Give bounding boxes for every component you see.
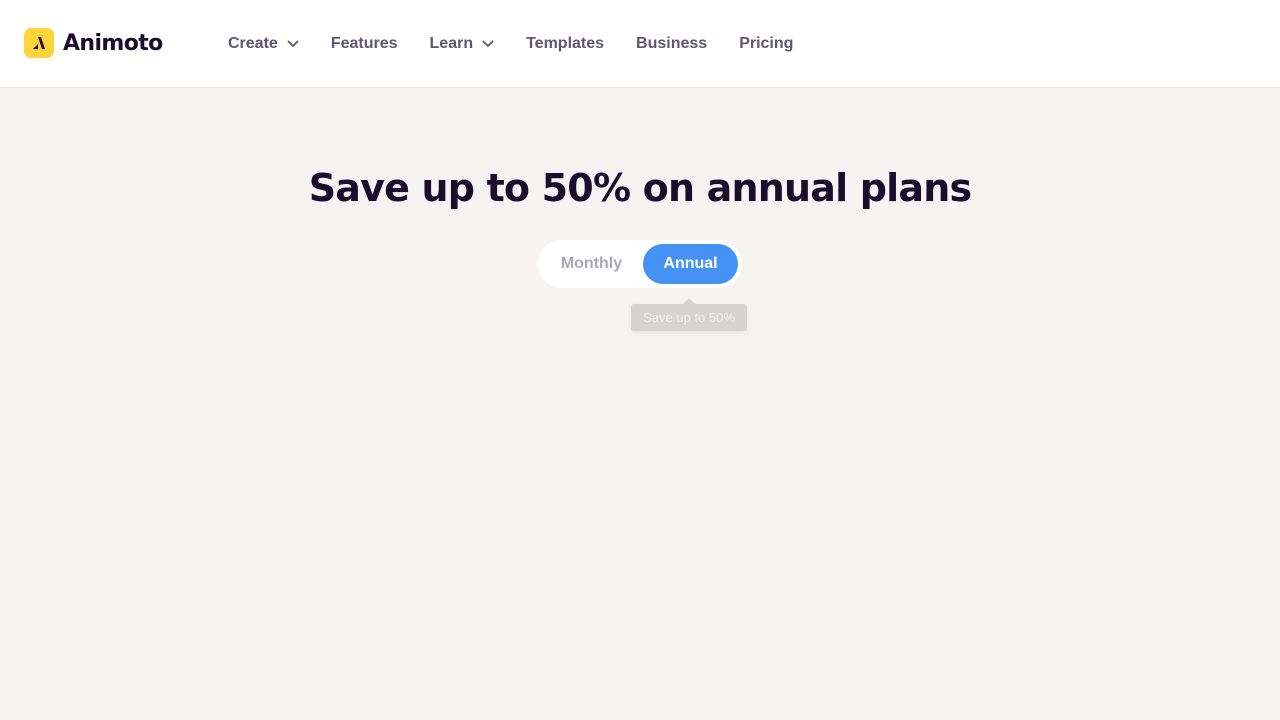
tooltip-arrow: [683, 298, 695, 304]
page-title: Save up to 50% on annual plans: [308, 166, 972, 210]
logo-link[interactable]: Animoto: [24, 28, 163, 58]
nav-item-label: Business: [636, 35, 708, 52]
nav-item-label: Features: [330, 35, 398, 52]
toggle-annual-button[interactable]: Annual: [643, 244, 738, 284]
main-nav: Create Features Learn Templates Business…: [228, 0, 825, 88]
billing-period-toggle: Monthly Annual: [538, 240, 742, 288]
brand-name: Animoto: [63, 30, 163, 56]
site-header: Animoto Create Features Learn Templates …: [0, 0, 1280, 88]
savings-tooltip: Save up to 50%: [631, 298, 747, 331]
nav-item-label: Learn: [429, 35, 474, 52]
chevron-down-icon: [287, 40, 299, 48]
nav-item-business[interactable]: Business: [636, 35, 707, 53]
nav-item-features[interactable]: Features: [331, 35, 398, 53]
nav-item-create[interactable]: Create: [228, 35, 299, 53]
nav-item-label: Pricing: [739, 35, 794, 52]
tooltip-text: Save up to 50%: [643, 310, 735, 325]
animoto-logo-icon: [24, 28, 54, 58]
nav-item-learn[interactable]: Learn: [430, 35, 495, 53]
nav-item-label: Templates: [526, 35, 605, 52]
chevron-down-icon: [482, 40, 494, 48]
nav-item-templates[interactable]: Templates: [526, 35, 604, 53]
nav-item-pricing[interactable]: Pricing: [739, 35, 793, 53]
toggle-monthly-button[interactable]: Monthly: [542, 244, 641, 284]
nav-item-label: Create: [228, 35, 278, 52]
